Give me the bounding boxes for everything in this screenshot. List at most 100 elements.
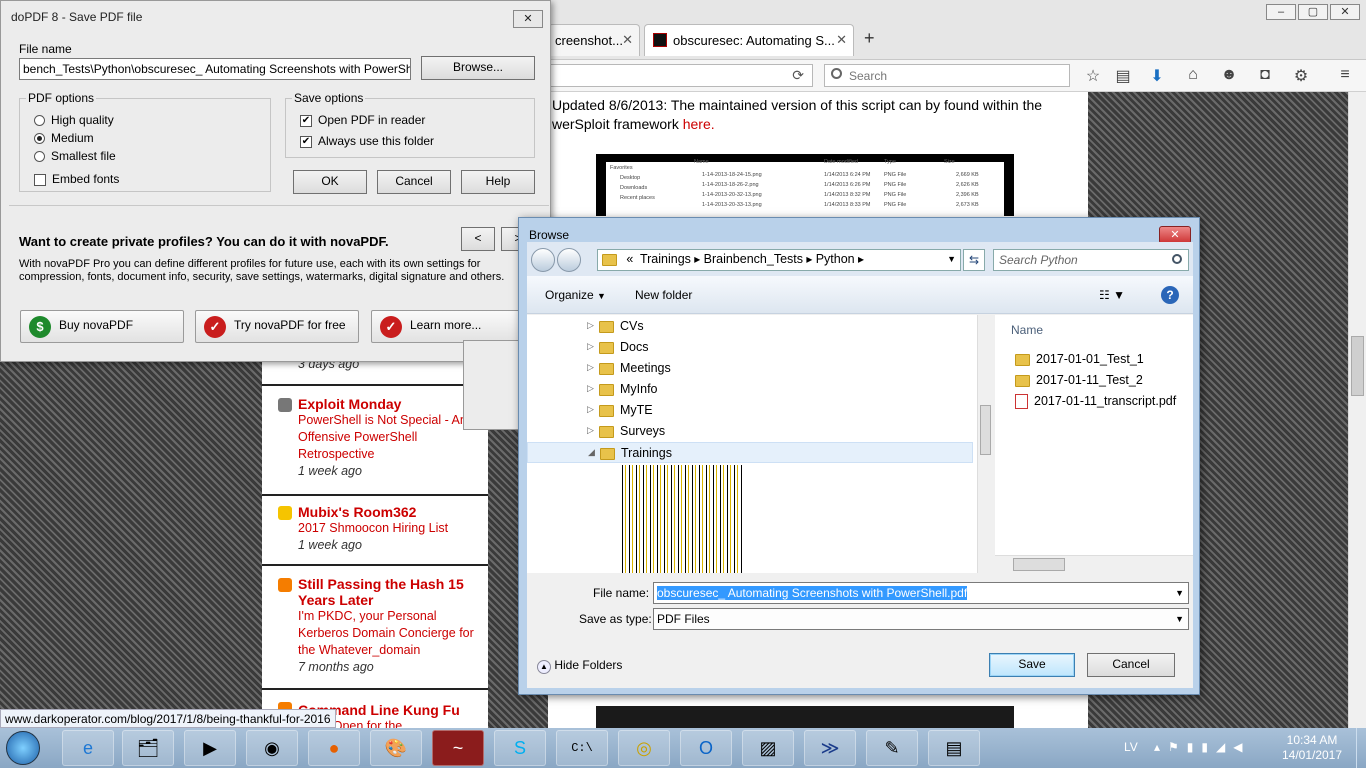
- hide-folders-toggle[interactable]: ▲ Hide Folders: [537, 658, 622, 674]
- pocket-icon[interactable]: ◘: [1254, 66, 1276, 86]
- reload-icon[interactable]: ⟳: [792, 67, 804, 84]
- try-novapdf-button[interactable]: ✓ Try novaPDF for free: [195, 310, 359, 343]
- scroll-thumb[interactable]: [1013, 558, 1065, 571]
- chevron-down-icon[interactable]: ▼: [1175, 588, 1184, 598]
- new-folder-button[interactable]: New folder: [635, 288, 692, 302]
- search-input[interactable]: Search Python: [993, 249, 1189, 271]
- tree-item-docs[interactable]: ▷ Docs: [527, 337, 973, 358]
- organize-menu[interactable]: Organize ▼: [545, 288, 606, 302]
- explorer-icon[interactable]: 🗂: [122, 730, 174, 766]
- tray-icons[interactable]: ▴⚑▮▮◢◀: [1154, 740, 1250, 754]
- post-title[interactable]: Exploit Monday: [298, 396, 478, 412]
- page-scrollbar[interactable]: [1348, 92, 1366, 728]
- refresh-icon[interactable]: ⇆: [963, 249, 985, 271]
- cmd-icon[interactable]: C:\: [556, 730, 608, 766]
- high-quality-radio[interactable]: High quality: [34, 113, 114, 131]
- ok-button[interactable]: OK: [293, 170, 367, 194]
- post-body[interactable]: PowerShell is Not Special - An Offensive…: [298, 412, 478, 463]
- chevron-down-icon[interactable]: ▼: [947, 254, 956, 264]
- start-orb-icon[interactable]: [6, 731, 40, 765]
- tree-item-surveys[interactable]: ▷ Surveys: [527, 421, 973, 442]
- chat-icon[interactable]: ☻: [1218, 66, 1240, 86]
- post-body[interactable]: I'm PKDC, your Personal Kerberos Domain …: [298, 608, 478, 659]
- search-input[interactable]: Search: [824, 64, 1070, 87]
- star-icon[interactable]: ☆: [1082, 66, 1104, 86]
- cancel-button[interactable]: Cancel: [377, 170, 451, 194]
- expand-icon[interactable]: ▷: [587, 362, 594, 373]
- expand-icon[interactable]: ▷: [587, 425, 594, 436]
- learn-more-button[interactable]: ✓ Learn more...: [371, 310, 535, 343]
- tab-close-icon[interactable]: ✕: [622, 32, 633, 48]
- close-window-button[interactable]: ✕: [1330, 4, 1360, 20]
- expand-icon[interactable]: ▷: [587, 320, 594, 331]
- menu-icon[interactable]: ≡: [1334, 66, 1356, 86]
- extension-icon[interactable]: ⚙: [1290, 66, 1312, 86]
- save-type-select[interactable]: PDF Files ▼: [653, 608, 1189, 630]
- help-icon[interactable]: ?: [1161, 286, 1179, 304]
- paint-icon[interactable]: 🎨: [370, 730, 422, 766]
- new-tab-button[interactable]: +: [864, 28, 875, 49]
- embed-fonts-checkbox[interactable]: Embed fonts: [34, 172, 119, 190]
- tab-screenshot[interactable]: creenshot... ✕: [548, 24, 640, 56]
- skype-icon[interactable]: S: [494, 730, 546, 766]
- help-button[interactable]: Help: [461, 170, 535, 194]
- tab-close-icon[interactable]: ✕: [836, 32, 847, 48]
- always-folder-checkbox[interactable]: ✔ Always use this folder: [300, 134, 434, 152]
- media-player-icon[interactable]: ▶: [184, 730, 236, 766]
- list-item[interactable]: 2017-01-01_Test_1: [1015, 352, 1144, 372]
- maximize-button[interactable]: ▢: [1298, 4, 1328, 20]
- scroll-thumb[interactable]: [980, 405, 991, 455]
- powershell-icon[interactable]: ≫: [804, 730, 856, 766]
- doc-icon[interactable]: ▤: [928, 730, 980, 766]
- cancel-button[interactable]: Cancel: [1087, 653, 1175, 677]
- promo-prev-button[interactable]: <: [461, 227, 495, 251]
- home-icon[interactable]: ⌂: [1182, 66, 1204, 86]
- smallest-file-radio[interactable]: Smallest file: [34, 149, 116, 167]
- tree-item-meetings[interactable]: ▷ Meetings: [527, 358, 973, 379]
- save-button[interactable]: Save: [989, 653, 1075, 677]
- scroll-thumb[interactable]: [1351, 336, 1364, 396]
- language-indicator[interactable]: LV: [1124, 740, 1138, 754]
- tree-item-myinfo[interactable]: ▷ MyInfo: [527, 379, 973, 400]
- clock[interactable]: 10:34 AM 14/01/2017: [1276, 733, 1348, 763]
- forward-icon[interactable]: [557, 248, 581, 272]
- collapse-icon[interactable]: ◢: [588, 447, 595, 458]
- post-title[interactable]: Mubix's Room362: [298, 504, 478, 520]
- column-header-name[interactable]: Name: [1011, 323, 1043, 337]
- firefox-icon[interactable]: ●: [308, 730, 360, 766]
- ie-icon[interactable]: e: [62, 730, 114, 766]
- tree-item-trainings[interactable]: ◢ Trainings: [527, 442, 973, 463]
- citrix-icon[interactable]: ◎: [618, 730, 670, 766]
- breadcrumb-brainbench[interactable]: Brainbench_Tests: [704, 252, 803, 266]
- breadcrumb-python[interactable]: Python: [816, 252, 855, 266]
- chevron-down-icon[interactable]: ▼: [1175, 614, 1184, 624]
- view-options-icon[interactable]: ☷ ▼: [1099, 288, 1125, 302]
- buy-novapdf-button[interactable]: $ Buy novaPDF: [20, 310, 184, 343]
- file-name-combo[interactable]: obscuresec_ Automating Screenshots with …: [653, 582, 1189, 604]
- list-item[interactable]: 2017-01-11_Test_2: [1015, 373, 1143, 393]
- post-title[interactable]: Still Passing the Hash 15 Years Later: [298, 576, 478, 608]
- tab-obscuresec[interactable]: obscuresec: Automating S... ✕: [644, 24, 854, 56]
- expand-icon[interactable]: ▷: [587, 383, 594, 394]
- tree-scrollbar[interactable]: [977, 315, 993, 573]
- app-icon[interactable]: ~: [432, 730, 484, 766]
- blog-post[interactable]: Mubix's Room362 2017 Shmoocon Hiring Lis…: [262, 498, 488, 566]
- breadcrumb[interactable]: « Trainings ▸ Brainbench_Tests ▸ Python …: [597, 249, 961, 271]
- download-icon[interactable]: ⬇: [1146, 66, 1168, 86]
- tree-item-cvs[interactable]: ▷ CVs: [527, 316, 973, 337]
- chrome-icon[interactable]: ◉: [246, 730, 298, 766]
- here-link[interactable]: here.: [683, 116, 715, 132]
- expand-icon[interactable]: ▷: [587, 404, 594, 415]
- minimize-button[interactable]: –: [1266, 4, 1296, 20]
- blog-post[interactable]: Still Passing the Hash 15 Years Later I'…: [262, 568, 488, 690]
- outlook-icon[interactable]: O: [680, 730, 732, 766]
- back-icon[interactable]: [531, 248, 555, 272]
- photos-icon[interactable]: ▨: [742, 730, 794, 766]
- file-name-field[interactable]: bench_Tests\Python\obscuresec_ Automatin…: [19, 58, 411, 80]
- show-desktop-button[interactable]: [1356, 728, 1366, 768]
- url-bar[interactable]: ⟳: [548, 64, 813, 87]
- reading-list-icon[interactable]: ▤: [1112, 66, 1134, 86]
- notepad-icon[interactable]: ✎: [866, 730, 918, 766]
- list-hscrollbar[interactable]: [995, 555, 1193, 573]
- breadcrumb-overflow[interactable]: «: [626, 252, 633, 266]
